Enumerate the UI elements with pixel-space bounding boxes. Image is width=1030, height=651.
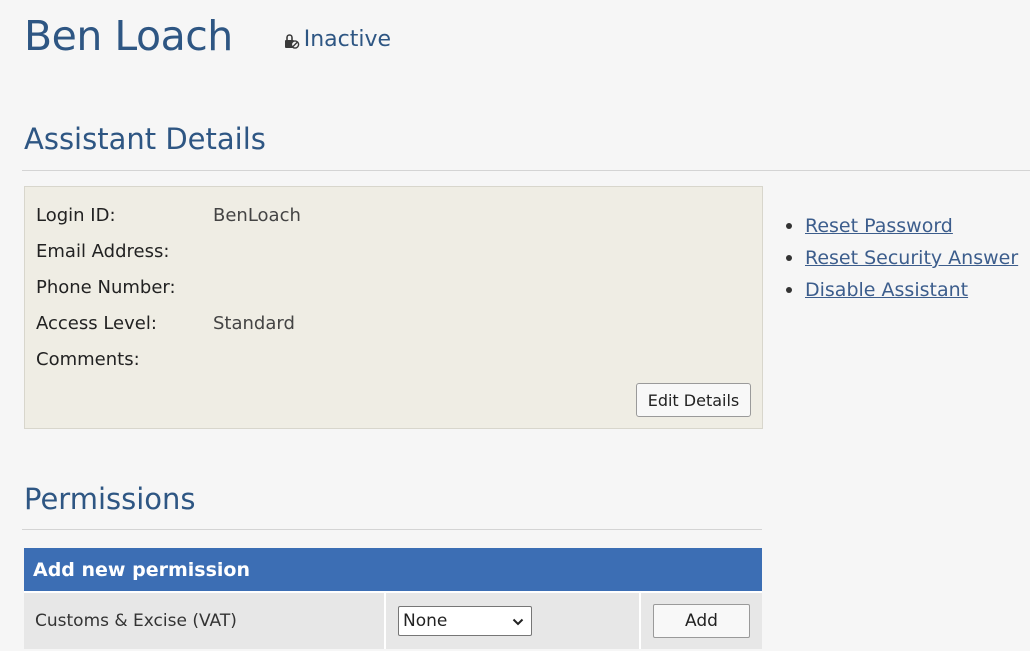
action-item: Reset Security Answer [786,242,1018,274]
permissions-table: Add new permission Customs & Excise (VAT… [24,548,762,649]
lock-icon [283,31,300,49]
detail-label: Login ID: [36,205,116,226]
action-item: Reset Password [786,210,1018,242]
permissions-divider [22,529,762,530]
action-item: Disable Assistant [786,274,1018,306]
account-actions: Reset Password Reset Security Answer Dis… [786,210,1018,306]
page-header: Ben Loach Inactive [24,12,391,60]
details-panel: Login ID: BenLoach Email Address: Phone … [24,186,763,429]
permissions-title: Permissions [24,482,196,516]
permission-name: Customs & Excise (VAT) [24,593,386,649]
detail-label: Phone Number: [36,277,176,298]
permission-add-cell: Add [641,593,762,649]
detail-value: Standard [213,313,295,334]
edit-details-button[interactable]: Edit Details [636,383,751,417]
detail-phone: Phone Number: [36,276,213,300]
details-divider [22,170,1030,171]
detail-email: Email Address: [36,240,213,264]
detail-label: Comments: [36,349,140,370]
disable-assistant-link[interactable]: Disable Assistant [805,274,968,306]
table-header: Add new permission [24,548,762,593]
status-indicator: Inactive [283,27,391,52]
bullet [786,223,792,229]
reset-password-link[interactable]: Reset Password [805,210,953,242]
details-title: Assistant Details [24,122,266,156]
status-text: Inactive [303,27,392,52]
add-permission-button[interactable]: Add [653,604,750,638]
table-row: Customs & Excise (VAT) None Add [24,593,762,649]
reset-security-answer-link[interactable]: Reset Security Answer [805,242,1018,274]
user-name: Ben Loach [24,12,233,60]
detail-access-level: Access Level: Standard [36,312,295,336]
permission-level-select[interactable]: None [398,606,532,636]
detail-value: BenLoach [213,205,301,226]
detail-comments: Comments: [36,348,213,372]
chevron-down-icon [512,611,524,631]
detail-label: Email Address: [36,241,170,262]
bullet [786,255,792,261]
bullet [786,287,792,293]
detail-login-id: Login ID: BenLoach [36,204,301,228]
permission-select-cell: None [386,593,641,649]
select-value: None [403,611,448,631]
detail-label: Access Level: [36,313,157,334]
